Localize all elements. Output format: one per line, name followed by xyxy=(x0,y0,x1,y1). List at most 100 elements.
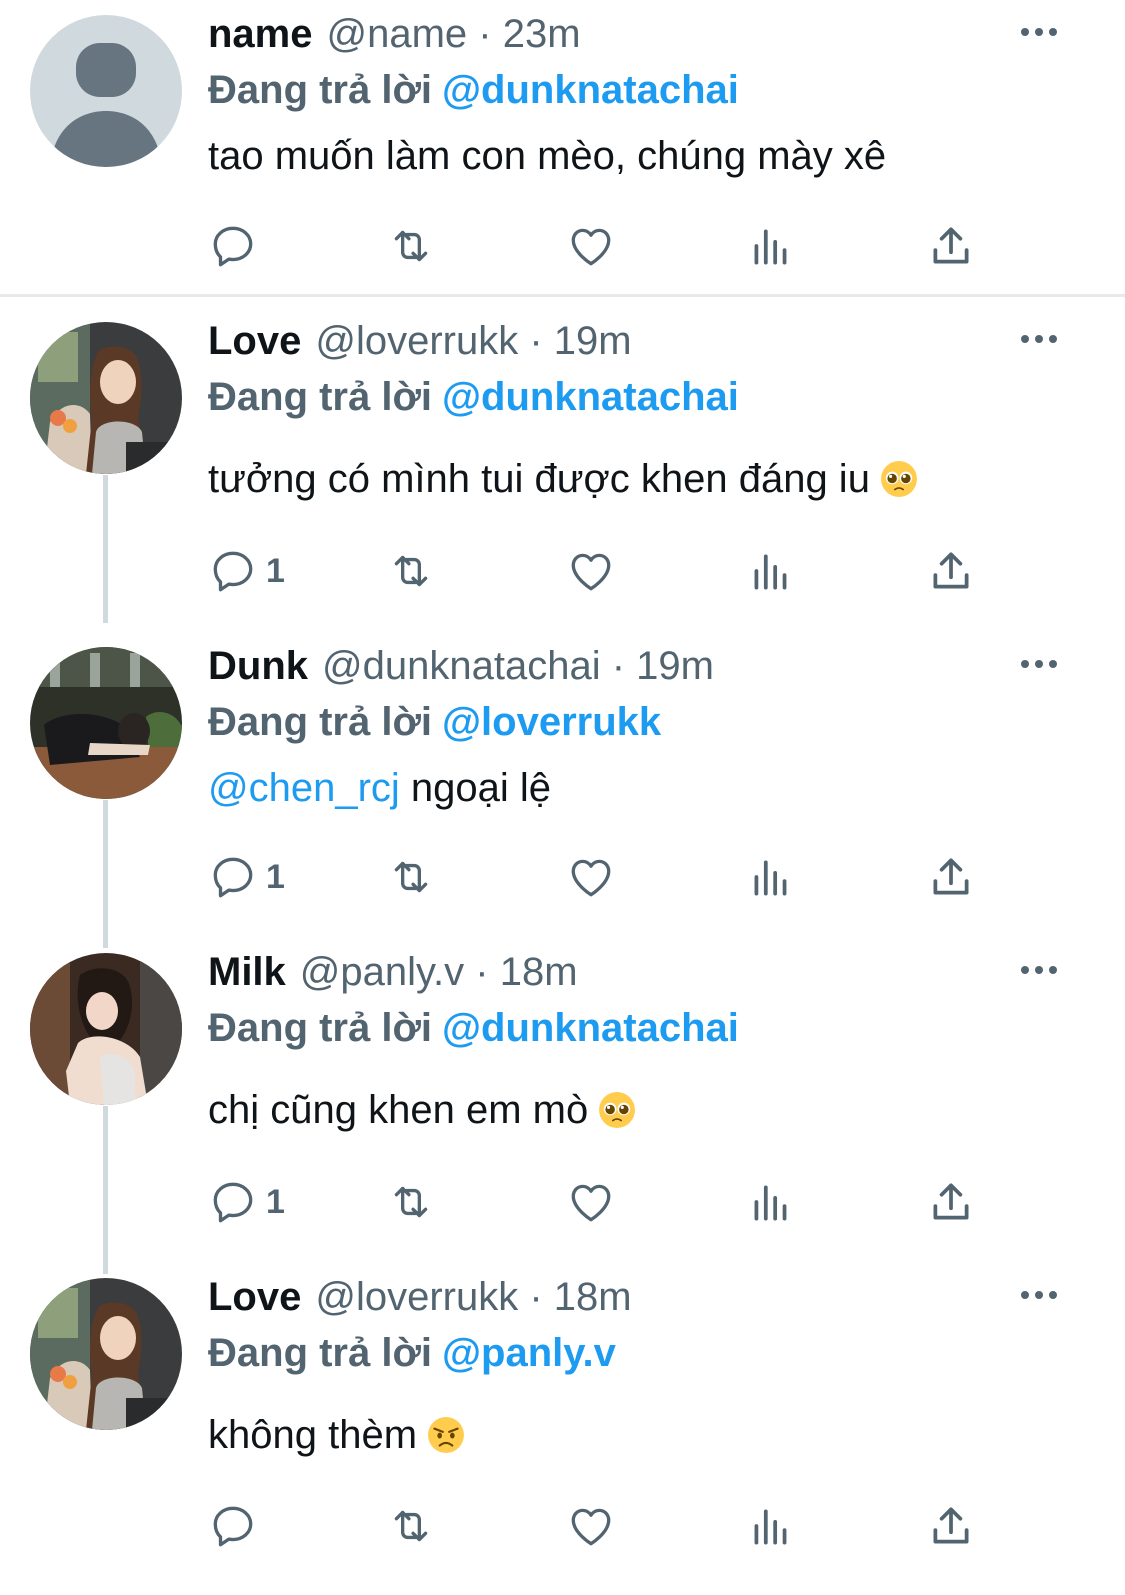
analytics-icon xyxy=(754,229,787,265)
analytics-icon xyxy=(754,554,787,590)
reply-feed: name @name · 23m Đang trả lời @dunknatach… xyxy=(0,0,1125,1595)
replying-to-label: Đang trả lời xyxy=(208,1331,433,1375)
mention-link[interactable]: @chen_rcj xyxy=(208,766,400,810)
tweet-text: tao muốn làm con mèo, chúng mày xê xyxy=(208,134,1085,179)
views-button[interactable] xyxy=(746,543,796,599)
share-button[interactable] xyxy=(926,1498,976,1554)
tweet-text: chị cũng khen em mò xyxy=(208,1088,1085,1133)
tweet[interactable]: Dunk @dunknatachai · 19m Đang trả lời @lo… xyxy=(0,632,1125,942)
like-button[interactable] xyxy=(566,1174,616,1230)
divider xyxy=(0,294,1125,297)
reply-button[interactable]: 1 xyxy=(208,1174,285,1230)
reply-to-handle[interactable]: @dunknatachai xyxy=(442,1006,739,1050)
tweet[interactable]: Milk @panly.v · 18m Đang trả lời @dunknat… xyxy=(0,938,1125,1268)
tweet-text-content: chị cũng khen em mò xyxy=(208,1088,589,1132)
share-icon xyxy=(933,858,969,895)
display-name[interactable]: Milk xyxy=(208,950,286,995)
reply-button[interactable] xyxy=(208,1498,258,1554)
tweet-text-content: ngoại lệ xyxy=(410,766,552,810)
reply-icon xyxy=(213,1506,253,1547)
angry-face-emoji xyxy=(428,1417,464,1453)
views-button[interactable] xyxy=(746,218,796,274)
reply-icon xyxy=(213,1182,253,1223)
action-bar xyxy=(208,218,988,274)
user-avatar[interactable] xyxy=(30,322,182,474)
action-bar: 1 xyxy=(208,543,988,599)
retweet-button[interactable] xyxy=(386,1174,436,1230)
heart-icon xyxy=(571,553,611,591)
like-button[interactable] xyxy=(566,218,616,274)
reply-icon xyxy=(213,226,253,267)
tweet-text: @chen_rcj ngoại lệ xyxy=(208,766,1085,811)
user-avatar[interactable] xyxy=(30,1278,182,1430)
reply-to-handle[interactable]: @panly.v xyxy=(442,1331,616,1375)
more-options-icon[interactable] xyxy=(1021,958,1065,982)
display-name[interactable]: name xyxy=(208,12,313,57)
heart-icon xyxy=(571,228,611,266)
tweet-text: tưởng có mình tui được khen đáng iu xyxy=(208,457,1085,502)
user-avatar[interactable] xyxy=(30,647,182,799)
pleading-face-emoji xyxy=(880,461,917,497)
reply-count: 1 xyxy=(266,857,285,896)
tweet-text: không thèm xyxy=(208,1413,1085,1458)
like-button[interactable] xyxy=(566,543,616,599)
tweet[interactable]: Love @loverrukk · 19m Đang trả lời @dunkn… xyxy=(0,307,1125,625)
share-button[interactable] xyxy=(926,1174,976,1230)
share-button[interactable] xyxy=(926,849,976,905)
handle-and-time: @dunknatachai · 19m xyxy=(322,644,714,688)
action-bar: 1 xyxy=(208,1174,988,1230)
reply-button[interactable]: 1 xyxy=(208,849,285,905)
reply-button[interactable]: 1 xyxy=(208,543,285,599)
more-options-icon[interactable] xyxy=(1021,20,1065,44)
like-button[interactable] xyxy=(566,849,616,905)
views-button[interactable] xyxy=(746,1174,796,1230)
share-icon xyxy=(933,552,969,589)
retweet-icon xyxy=(394,1510,428,1542)
share-icon xyxy=(933,1183,969,1220)
replying-to-label: Đang trả lời xyxy=(208,375,433,419)
more-options-icon[interactable] xyxy=(1021,327,1065,351)
tweet-text-content: tao muốn làm con mèo, chúng mày xê xyxy=(208,134,887,178)
heart-icon xyxy=(571,1184,611,1222)
tweet[interactable]: name @name · 23m Đang trả lời @dunknatach… xyxy=(0,0,1125,295)
more-options-icon[interactable] xyxy=(1021,1283,1065,1307)
retweet-button[interactable] xyxy=(386,543,436,599)
replying-to-label: Đang trả lời xyxy=(208,700,433,744)
more-options-icon[interactable] xyxy=(1021,652,1065,676)
views-button[interactable] xyxy=(746,1498,796,1554)
retweet-icon xyxy=(394,230,428,262)
handle-and-time: @panly.v · 18m xyxy=(299,950,578,994)
views-button[interactable] xyxy=(746,849,796,905)
retweet-icon xyxy=(394,555,428,587)
retweet-button[interactable] xyxy=(386,849,436,905)
reply-button[interactable] xyxy=(208,218,258,274)
reply-icon xyxy=(213,857,253,898)
display-name[interactable]: Dunk xyxy=(208,644,308,689)
pleading-face-emoji xyxy=(599,1092,636,1128)
reply-count: 1 xyxy=(266,1182,285,1221)
display-name[interactable]: Love xyxy=(208,319,301,364)
share-button[interactable] xyxy=(926,218,976,274)
handle-and-time: @loverrukk · 19m xyxy=(315,319,632,363)
default-avatar-icon[interactable] xyxy=(30,15,182,167)
share-icon xyxy=(933,1507,969,1544)
handle-and-time: @loverrukk · 18m xyxy=(315,1275,632,1319)
replying-to-label: Đang trả lời xyxy=(208,68,433,112)
tweet[interactable]: Love @loverrukk · 18m Đang trả lời @panly… xyxy=(0,1263,1125,1595)
share-button[interactable] xyxy=(926,543,976,599)
reply-to-handle[interactable]: @dunknatachai xyxy=(442,68,739,112)
analytics-icon xyxy=(754,1509,787,1545)
retweet-icon xyxy=(394,1186,428,1218)
reply-to-handle[interactable]: @loverrukk xyxy=(442,700,661,744)
display-name[interactable]: Love xyxy=(208,1275,301,1320)
like-button[interactable] xyxy=(566,1498,616,1554)
replying-to-label: Đang trả lời xyxy=(208,1006,433,1050)
tweet-text-content: tưởng có mình tui được khen đáng iu xyxy=(208,457,870,501)
reply-to-handle[interactable]: @dunknatachai xyxy=(442,375,739,419)
handle-and-time: @name · 23m xyxy=(326,12,581,56)
retweet-button[interactable] xyxy=(386,218,436,274)
heart-icon xyxy=(571,1508,611,1546)
user-avatar[interactable] xyxy=(30,953,182,1105)
heart-icon xyxy=(571,859,611,897)
retweet-button[interactable] xyxy=(386,1498,436,1554)
